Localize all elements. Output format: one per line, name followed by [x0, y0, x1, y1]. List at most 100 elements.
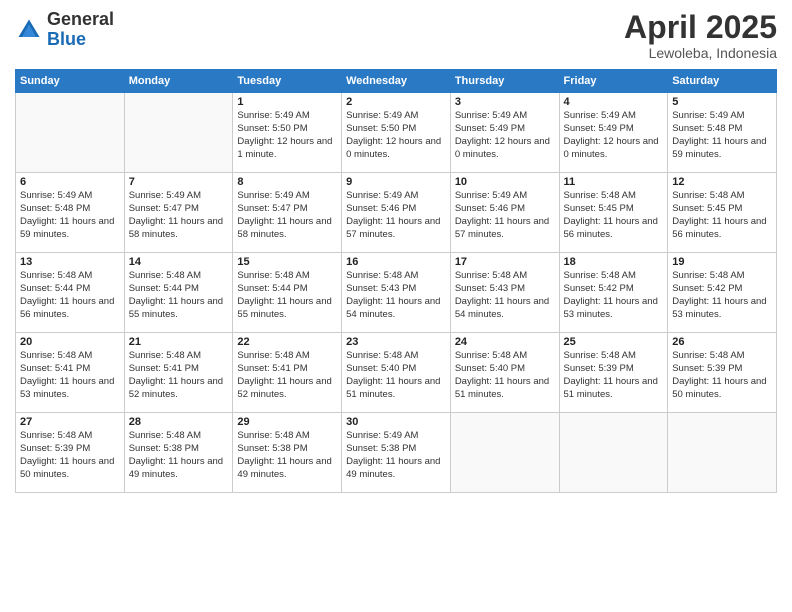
daylight-text: Daylight: 11 hours and 50 minutes. — [20, 456, 120, 482]
daylight-text: Daylight: 11 hours and 51 minutes. — [455, 376, 555, 402]
col-monday: Monday — [124, 70, 233, 93]
day-number: 12 — [672, 176, 772, 188]
day-number: 25 — [564, 336, 664, 348]
sunrise-text: Sunrise: 5:48 AM — [346, 350, 446, 363]
sunset-text: Sunset: 5:41 PM — [129, 363, 229, 376]
sunrise-text: Sunrise: 5:48 AM — [346, 270, 446, 283]
day-info: Sunrise: 5:48 AMSunset: 5:39 PMDaylight:… — [672, 350, 772, 401]
daylight-text: Daylight: 11 hours and 51 minutes. — [346, 376, 446, 402]
day-info: Sunrise: 5:49 AMSunset: 5:50 PMDaylight:… — [346, 110, 446, 161]
day-number: 17 — [455, 256, 555, 268]
day-info: Sunrise: 5:49 AMSunset: 5:46 PMDaylight:… — [346, 190, 446, 241]
sunset-text: Sunset: 5:38 PM — [237, 443, 337, 456]
day-info: Sunrise: 5:48 AMSunset: 5:44 PMDaylight:… — [129, 270, 229, 321]
day-number: 15 — [237, 256, 337, 268]
table-row — [668, 413, 777, 493]
table-row: 30Sunrise: 5:49 AMSunset: 5:38 PMDayligh… — [342, 413, 451, 493]
calendar-table: Sunday Monday Tuesday Wednesday Thursday… — [15, 69, 777, 493]
sunset-text: Sunset: 5:44 PM — [129, 283, 229, 296]
sunset-text: Sunset: 5:39 PM — [672, 363, 772, 376]
sunrise-text: Sunrise: 5:48 AM — [129, 270, 229, 283]
calendar-week-row: 6Sunrise: 5:49 AMSunset: 5:48 PMDaylight… — [16, 173, 777, 253]
daylight-text: Daylight: 11 hours and 52 minutes. — [237, 376, 337, 402]
day-number: 10 — [455, 176, 555, 188]
day-info: Sunrise: 5:49 AMSunset: 5:47 PMDaylight:… — [129, 190, 229, 241]
day-number: 26 — [672, 336, 772, 348]
table-row: 22Sunrise: 5:48 AMSunset: 5:41 PMDayligh… — [233, 333, 342, 413]
table-row: 4Sunrise: 5:49 AMSunset: 5:49 PMDaylight… — [559, 93, 668, 173]
daylight-text: Daylight: 11 hours and 53 minutes. — [20, 376, 120, 402]
day-number: 24 — [455, 336, 555, 348]
sunset-text: Sunset: 5:43 PM — [455, 283, 555, 296]
daylight-text: Daylight: 11 hours and 49 minutes. — [346, 456, 446, 482]
day-info: Sunrise: 5:48 AMSunset: 5:44 PMDaylight:… — [20, 270, 120, 321]
calendar-week-row: 13Sunrise: 5:48 AMSunset: 5:44 PMDayligh… — [16, 253, 777, 333]
day-info: Sunrise: 5:48 AMSunset: 5:39 PMDaylight:… — [564, 350, 664, 401]
table-row: 20Sunrise: 5:48 AMSunset: 5:41 PMDayligh… — [16, 333, 125, 413]
sunrise-text: Sunrise: 5:49 AM — [455, 190, 555, 203]
table-row: 18 Sunrise: 5:48 AMSunset: 5:42 PMDayligh… — [559, 253, 668, 333]
day-info: Sunrise: 5:48 AMSunset: 5:38 PMDaylight:… — [237, 430, 337, 481]
sunrise-text: Sunrise: 5:48 AM — [564, 270, 664, 283]
table-row — [16, 93, 125, 173]
day-number: 14 — [129, 256, 229, 268]
sunrise-text: Sunrise: 5:48 AM — [672, 350, 772, 363]
sunset-text: Sunset: 5:49 PM — [455, 123, 555, 136]
page: General Blue April 2025 Lewoleba, Indone… — [0, 0, 792, 612]
day-info: Sunrise: 5:48 AMSunset: 5:41 PMDaylight:… — [129, 350, 229, 401]
day-number: 28 — [129, 416, 229, 428]
day-info: Sunrise: 5:48 AMSunset: 5:45 PMDaylight:… — [672, 190, 772, 241]
location: Lewoleba, Indonesia — [624, 45, 777, 61]
day-info: Sunrise: 5:49 AMSunset: 5:49 PMDaylight:… — [564, 110, 664, 161]
daylight-text: Daylight: 11 hours and 57 minutes. — [455, 216, 555, 242]
day-info: Sunrise: 5:48 AMSunset: 5:39 PMDaylight:… — [20, 430, 120, 481]
sunrise-text: Sunrise: 5:48 AM — [129, 430, 229, 443]
sunset-text: Sunset: 5:39 PM — [564, 363, 664, 376]
sunrise-text: Sunrise: 5:48 AM — [455, 270, 555, 283]
title-area: April 2025 Lewoleba, Indonesia — [624, 10, 777, 61]
col-saturday: Saturday — [668, 70, 777, 93]
day-info: Sunrise: 5:49 AMSunset: 5:47 PMDaylight:… — [237, 190, 337, 241]
day-info: Sunrise: 5:48 AMSunset: 5:41 PMDaylight:… — [20, 350, 120, 401]
table-row: 5Sunrise: 5:49 AMSunset: 5:48 PMDaylight… — [668, 93, 777, 173]
day-info: Sunrise: 5:48 AMSunset: 5:42 PMDaylight:… — [564, 270, 664, 321]
table-row: 6Sunrise: 5:49 AMSunset: 5:48 PMDaylight… — [16, 173, 125, 253]
day-number: 16 — [346, 256, 446, 268]
logo-general: General — [47, 10, 114, 30]
sunrise-text: Sunrise: 5:48 AM — [237, 430, 337, 443]
daylight-text: Daylight: 11 hours and 56 minutes. — [672, 216, 772, 242]
day-number: 23 — [346, 336, 446, 348]
logo-text: General Blue — [47, 10, 114, 50]
table-row: 26 Sunrise: 5:48 AMSunset: 5:39 PMDayligh… — [668, 333, 777, 413]
day-info: Sunrise: 5:49 AMSunset: 5:48 PMDaylight:… — [672, 110, 772, 161]
header: General Blue April 2025 Lewoleba, Indone… — [15, 10, 777, 61]
daylight-text: Daylight: 11 hours and 49 minutes. — [237, 456, 337, 482]
sunset-text: Sunset: 5:50 PM — [346, 123, 446, 136]
table-row: 9Sunrise: 5:49 AMSunset: 5:46 PMDaylight… — [342, 173, 451, 253]
table-row: 24Sunrise: 5:48 AMSunset: 5:40 PMDayligh… — [450, 333, 559, 413]
sunset-text: Sunset: 5:44 PM — [237, 283, 337, 296]
sunset-text: Sunset: 5:41 PM — [237, 363, 337, 376]
sunrise-text: Sunrise: 5:49 AM — [346, 190, 446, 203]
day-number: 27 — [20, 416, 120, 428]
daylight-text: Daylight: 11 hours and 52 minutes. — [129, 376, 229, 402]
daylight-text: Daylight: 11 hours and 54 minutes. — [455, 296, 555, 322]
sunrise-text: Sunrise: 5:48 AM — [564, 190, 664, 203]
day-number: 18 — [564, 256, 664, 268]
col-thursday: Thursday — [450, 70, 559, 93]
calendar-week-row: 27 Sunrise: 5:48 AMSunset: 5:39 PMDayligh… — [16, 413, 777, 493]
day-info: Sunrise: 5:48 AMSunset: 5:38 PMDaylight:… — [129, 430, 229, 481]
logo-blue: Blue — [47, 30, 114, 50]
day-number: 3 — [455, 96, 555, 108]
daylight-text: Daylight: 11 hours and 58 minutes. — [129, 216, 229, 242]
table-row: 16Sunrise: 5:48 AMSunset: 5:43 PMDayligh… — [342, 253, 451, 333]
day-info: Sunrise: 5:48 AMSunset: 5:45 PMDaylight:… — [564, 190, 664, 241]
daylight-text: Daylight: 11 hours and 59 minutes. — [672, 136, 772, 162]
sunrise-text: Sunrise: 5:49 AM — [346, 430, 446, 443]
day-info: Sunrise: 5:48 AMSunset: 5:42 PMDaylight:… — [672, 270, 772, 321]
table-row: 28 Sunrise: 5:48 AMSunset: 5:38 PMDayligh… — [124, 413, 233, 493]
sunset-text: Sunset: 5:46 PM — [346, 203, 446, 216]
sunrise-text: Sunrise: 5:49 AM — [672, 110, 772, 123]
table-row: 21Sunrise: 5:48 AMSunset: 5:41 PMDayligh… — [124, 333, 233, 413]
daylight-text: Daylight: 11 hours and 54 minutes. — [346, 296, 446, 322]
